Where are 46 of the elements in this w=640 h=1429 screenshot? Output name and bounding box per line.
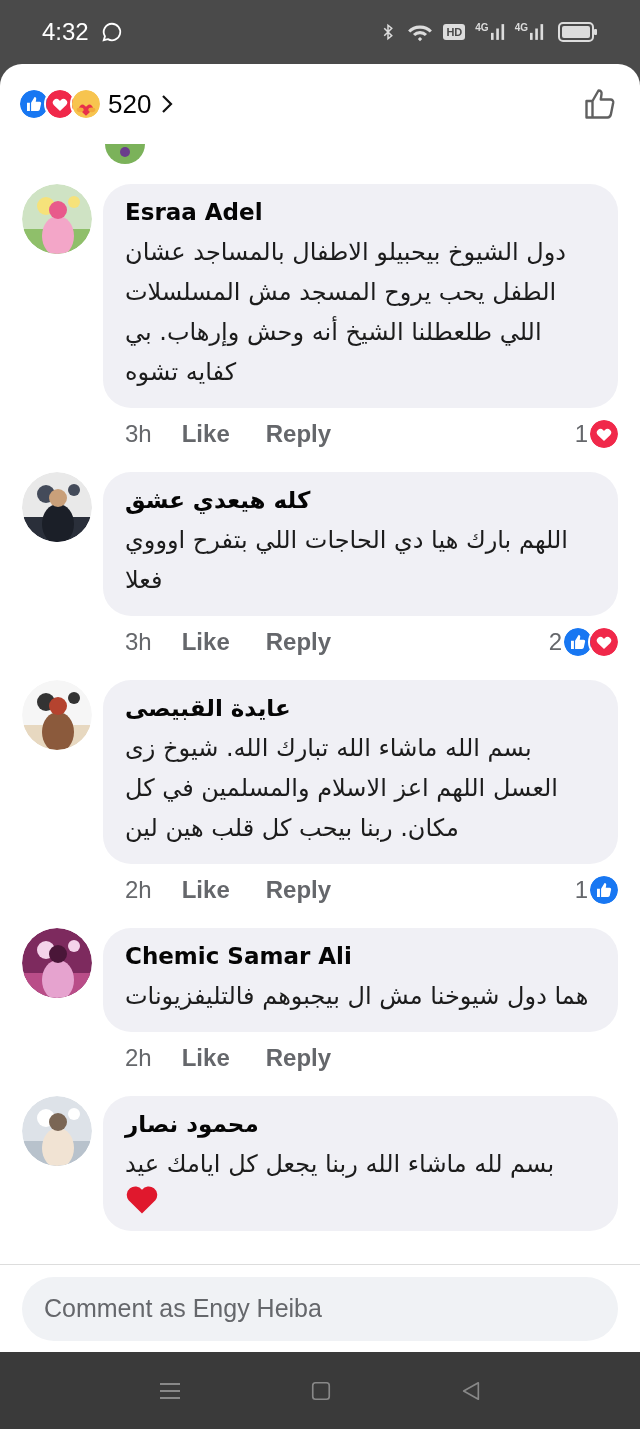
like-link[interactable]: Like xyxy=(181,872,230,908)
comment-author[interactable]: كله هيعدي عشق xyxy=(125,484,596,516)
comment-time: 3h xyxy=(125,627,152,657)
chevron-right-icon xyxy=(161,93,174,115)
reply-link[interactable]: Reply xyxy=(265,872,332,908)
battery-icon xyxy=(558,22,598,42)
comment-time: 2h xyxy=(125,1043,152,1073)
signal-icon xyxy=(490,23,505,41)
comment-time: 3h xyxy=(125,419,152,449)
network-label: 4G xyxy=(514,23,528,33)
heart-emoji-icon xyxy=(125,1184,159,1215)
like-link[interactable]: Like xyxy=(181,416,230,452)
reactions-summary[interactable]: 520 xyxy=(20,84,174,124)
reply-link[interactable]: Reply xyxy=(265,624,332,660)
love-reaction-icon xyxy=(590,628,618,656)
comment-text: اللهم بارك هيا دي الحاجات اللي بتفرح اوووي فعلا xyxy=(125,525,569,596)
like-link[interactable]: Like xyxy=(181,1040,230,1076)
reaction-count: 1 xyxy=(574,875,588,905)
comment-text: دول الشيوخ بيحبيلو الاطفال بالمساجد عشان الطفل يحب يروح المسجد مش المسلسلات اللي طلعطلنا الشيخ أنه وحش وإرهاب. بي كفايه تشوه xyxy=(125,237,567,388)
network-label: 4G xyxy=(475,23,489,33)
love-reaction-icon xyxy=(46,90,74,118)
comment-author[interactable]: محمود نصار xyxy=(125,1108,596,1140)
like-reaction-icon xyxy=(590,876,618,904)
like-link[interactable]: Like xyxy=(181,624,230,660)
hd-badge: HD xyxy=(443,24,466,40)
comment-author[interactable]: Esraa Adel xyxy=(125,196,596,228)
reaction-count: 2 xyxy=(548,627,562,657)
signal-icon xyxy=(530,23,544,41)
comment-time: 2h xyxy=(125,875,152,905)
reply-link[interactable]: Reply xyxy=(265,1040,332,1076)
chat-icon xyxy=(100,21,123,43)
comment-author[interactable]: عايدة القبيصى xyxy=(125,692,596,724)
reaction-count: 1 xyxy=(574,419,588,449)
comment-text: بسم الله ماشاء الله تبارك الله. شيوخ زى العسل اللهم اعز الاسلام والمسلمين في كل مكان. ربنا بيحب كل قلب هين لين xyxy=(125,733,560,844)
back-icon[interactable] xyxy=(460,1379,482,1402)
like-reaction-icon xyxy=(564,628,592,656)
home-icon[interactable] xyxy=(310,1379,332,1402)
comment-text: هما دول شيوخنا مش ال بيجبوهم فالتليفزيونات xyxy=(125,981,590,1012)
care-reaction-icon xyxy=(72,90,100,118)
love-reaction-icon xyxy=(590,420,618,448)
clock: 4:32 xyxy=(42,17,89,47)
comment-text: بسم لله ماشاء الله ربنا يجعل كل ايامك عيد xyxy=(125,1149,556,1180)
like-reaction-icon xyxy=(20,90,48,118)
comment-author[interactable]: Chemic Samar Ali xyxy=(125,940,596,972)
reply-link[interactable]: Reply xyxy=(265,416,332,452)
comment-field[interactable]: Comment as Engy Heiba xyxy=(22,1276,618,1341)
